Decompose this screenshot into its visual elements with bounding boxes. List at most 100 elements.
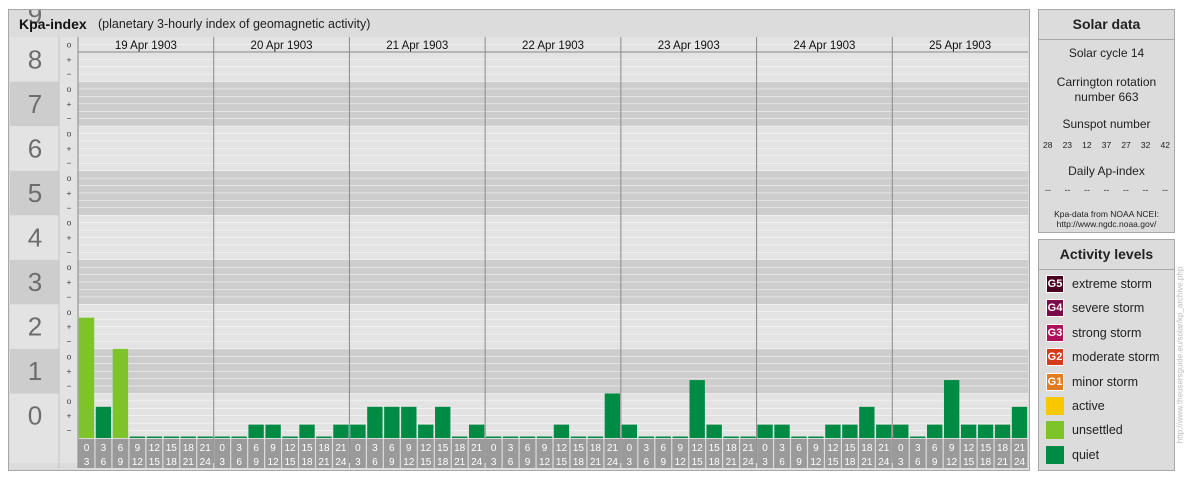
interval-end-label: 15 <box>827 457 839 468</box>
y-subtick-label: o <box>67 218 72 228</box>
watermark-text: http://www.theusersguide.eu/solar/kp_arc… <box>1175 266 1184 444</box>
interval-end-label: 9 <box>253 457 259 468</box>
interval-start-label: 6 <box>932 443 938 454</box>
kp-bar <box>910 436 926 438</box>
interval-end-label: 9 <box>118 457 124 468</box>
y-subtick-label: − <box>67 203 72 213</box>
sunspot-number-title: Sunspot number <box>1062 117 1151 131</box>
y-subtick-label: o <box>67 396 72 406</box>
kp-bar <box>757 424 773 438</box>
kp-bar <box>333 424 349 438</box>
activity-level-swatch: G3 <box>1046 323 1064 342</box>
sunspot-value: 32 <box>1140 140 1151 150</box>
activity-level-label: moderate storm <box>1072 350 1160 365</box>
interval-end-label: 15 <box>284 457 296 468</box>
interval-start-label: 15 <box>301 443 313 454</box>
interval-start-label: 21 <box>200 443 212 454</box>
interval-end-label: 6 <box>101 457 107 468</box>
daily-ap-values: -- -- -- -- -- -- -- <box>1039 185 1174 195</box>
kp-bar <box>672 436 688 438</box>
kp-bar <box>842 424 858 438</box>
interval-start-label: 0 <box>491 443 497 454</box>
y-tick-label: 1 <box>28 356 42 386</box>
interval-start-label: 6 <box>389 443 395 454</box>
activity-levels-title: Activity levels <box>1039 240 1174 270</box>
ap-value: -- <box>1084 185 1090 195</box>
interval-end-label: 9 <box>660 457 666 468</box>
interval-end-label: 3 <box>762 457 768 468</box>
interval-start-label: 18 <box>861 443 873 454</box>
interval-start-label: 21 <box>471 443 483 454</box>
y-subtick-label: o <box>67 129 72 139</box>
interval-start-label: 15 <box>166 443 178 454</box>
y-subtick-label: − <box>67 381 72 391</box>
kpa-chart: 0123456789o+−o+−o+−o+−o+−o+−o+−o+−o+−19 … <box>10 10 1028 468</box>
interval-start-label: 18 <box>590 443 602 454</box>
y-tick-label: 2 <box>28 312 42 342</box>
kp-bar <box>706 424 722 438</box>
kp-bar <box>78 317 95 438</box>
interval-start-label: 18 <box>997 443 1009 454</box>
interval-end-label: 18 <box>844 457 856 468</box>
y-subtick-label: + <box>67 277 72 287</box>
interval-start-label: 12 <box>692 443 704 454</box>
kp-bar <box>1011 406 1028 438</box>
interval-start-label: 21 <box>335 443 347 454</box>
interval-start-label: 3 <box>236 443 242 454</box>
y-tick-label: 7 <box>28 89 42 119</box>
data-credit-url[interactable]: http://www.ngdc.noaa.gov/ <box>1039 219 1174 229</box>
kpa-chart-panel: 0 1 2 3 4 5 6 7 8 9 o + − o + − o + − o + − o + − o + − o + − o + − o + −19 … <box>8 9 1030 471</box>
interval-start-label: 9 <box>949 443 955 454</box>
ap-value: -- <box>1045 185 1051 195</box>
interval-end-label: 24 <box>743 457 755 468</box>
interval-start-label: 0 <box>762 443 768 454</box>
kp-bar <box>604 393 621 438</box>
interval-start-label: 6 <box>796 443 802 454</box>
interval-end-label: 12 <box>268 457 280 468</box>
day-label: 25 Apr 1903 <box>929 40 991 52</box>
interval-start-label: 12 <box>149 443 161 454</box>
kp-bar <box>485 436 502 438</box>
sunspot-values: 28 23 12 37 27 32 42 <box>1039 140 1174 150</box>
activity-level-strong-storm: G3 strong storm <box>1046 323 1141 342</box>
ap-value: -- <box>1123 185 1129 195</box>
interval-end-label: 21 <box>318 457 330 468</box>
kp-bar <box>384 406 400 438</box>
interval-start-label: 6 <box>660 443 666 454</box>
interval-end-label: 21 <box>726 457 738 468</box>
interval-start-label: 3 <box>915 443 921 454</box>
interval-end-label: 12 <box>675 457 687 468</box>
y-tick-label: 5 <box>28 178 42 208</box>
y-subtick-label: + <box>67 54 72 64</box>
interval-end-label: 21 <box>183 457 195 468</box>
kp-bar <box>943 380 960 438</box>
sunspot-value: 28 <box>1043 140 1053 150</box>
interval-start-label: 9 <box>135 443 141 454</box>
activity-level-swatch <box>1046 445 1064 464</box>
activity-level-label: quiet <box>1072 447 1100 462</box>
y-tick-label: 4 <box>28 223 42 253</box>
y-subtick-label: o <box>67 84 72 94</box>
activity-level-label: active <box>1072 399 1105 413</box>
kp-bar <box>960 424 977 438</box>
sunspot-value: 37 <box>1101 140 1112 150</box>
kp-bar <box>452 436 468 438</box>
kp-bar <box>163 436 179 438</box>
kp-bar <box>791 436 807 438</box>
y-subtick-label: + <box>67 366 72 376</box>
interval-end-label: 6 <box>508 457 514 468</box>
interval-start-label: 3 <box>644 443 650 454</box>
interval-start-label: 18 <box>726 443 738 454</box>
sunspot-value: 27 <box>1121 140 1131 150</box>
interval-end-label: 15 <box>963 457 975 468</box>
ap-value: -- <box>1064 185 1071 195</box>
interval-start-label: 15 <box>980 443 992 454</box>
kp-bar <box>146 436 163 438</box>
interval-end-label: 6 <box>644 457 650 468</box>
interval-start-label: 21 <box>607 443 619 454</box>
y-subtick-label: − <box>67 114 72 124</box>
interval-start-label: 21 <box>743 443 755 454</box>
activity-level-minor-storm: G1 minor storm <box>1046 372 1138 391</box>
interval-start-label: 3 <box>372 443 378 454</box>
interval-start-label: 6 <box>118 443 124 454</box>
